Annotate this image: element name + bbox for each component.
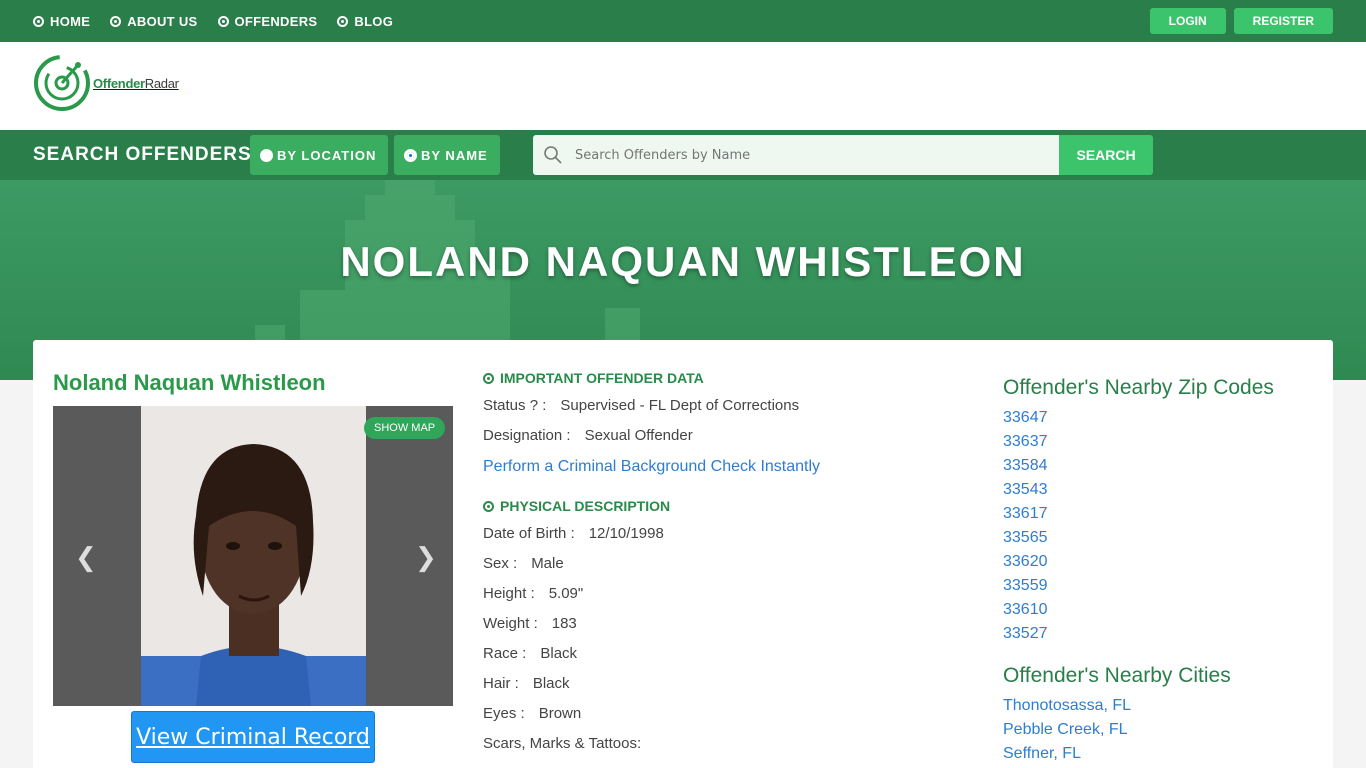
by-location-radio[interactable]: BY LOCATION [250,135,388,175]
search-icon [544,146,562,164]
city-link[interactable]: Seffner, FL [1003,742,1303,766]
radio-dot-icon [110,15,122,27]
radio-dot-icon [483,500,494,512]
zip-link[interactable]: 33584 [1003,454,1303,478]
offender-details: IMPORTANT OFFENDER DATA Status ? : Superv… [483,370,963,764]
zip-link[interactable]: 33565 [1003,526,1303,550]
by-name-label: BY NAME [421,147,488,163]
login-button[interactable]: LOGIN [1149,8,1226,34]
radio-checked-icon [404,148,417,162]
site-header: OffenderRadar [0,42,1366,130]
logo-brand-sub: Radar [144,75,179,91]
top-nav-bar: HOME ABOUT US OFFENDERS BLOG LOGIN REGIS… [0,0,1366,42]
nav-home-link[interactable]: HOME [33,14,90,29]
offender-portrait-graphic [141,406,366,706]
important-data-heading: IMPORTANT OFFENDER DATA [483,370,963,386]
designation-row: Designation : Sexual Offender [483,427,693,444]
by-location-label: BY LOCATION [277,147,377,163]
chevron-left-icon[interactable]: ❮ [75,542,97,573]
show-map-button[interactable]: SHOW MAP [364,417,446,439]
city-link[interactable]: Thonotosassa, FL [1003,694,1303,718]
radio-dot-icon [33,15,44,27]
chevron-right-icon[interactable]: ❯ [415,542,437,573]
view-criminal-record-button[interactable]: View Criminal Record [131,711,375,763]
search-field-wrap [533,135,1060,175]
hair-row: Hair : Black [483,675,570,692]
register-button[interactable]: REGISTER [1233,8,1333,34]
nearby-cities-heading: Offender's Nearby Cities [1003,664,1231,687]
search-input[interactable] [575,147,1015,163]
offender-profile-card: Noland Naquan Whistleon ❮ ❯ SHOW MAP Vie… [33,340,1333,768]
offender-name-title: NOLAND NAQUAN WHISTLEON [340,238,1026,285]
zip-link[interactable]: 33527 [1003,622,1303,646]
search-bar: SEARCH OFFENDERS BY LOCATION BY NAME SEA… [0,130,1366,180]
photo-carousel: ❮ ❯ SHOW MAP [53,406,453,706]
sex-row: Sex : Male [483,555,564,572]
offender-name-heading: Noland Naquan Whistleon [53,370,326,395]
city-link[interactable]: Pebble Creek, FL [1003,718,1303,742]
nav-blog-link[interactable]: BLOG [337,14,393,29]
radio-dot-icon [483,372,494,384]
nearby-sidebar: Offender's Nearby Zip Codes 33647 33637 … [1003,376,1303,766]
zip-link[interactable]: 33610 [1003,598,1303,622]
auth-buttons: LOGIN REGISTER [1149,8,1333,34]
status-row: Status ? : Supervised - FL Dept of Correc… [483,397,800,414]
eyes-row: Eyes : Brown [483,705,582,722]
zip-link[interactable]: 33620 [1003,550,1303,574]
nav-offenders-link[interactable]: OFFENDERS [217,14,318,29]
search-title: SEARCH OFFENDERS [33,144,252,165]
zip-link[interactable]: 33617 [1003,502,1303,526]
site-logo[interactable]: OffenderRadar [33,52,179,114]
zip-link[interactable]: 33543 [1003,478,1303,502]
radio-unchecked-icon [260,148,273,162]
nearby-zips-heading: Offender's Nearby Zip Codes [1003,376,1274,399]
height-row: Height :5.09" [483,585,584,602]
nav-about-link[interactable]: ABOUT US [110,14,197,29]
race-row: Race : Black [483,645,578,662]
weight-row: Weight :183 [483,615,577,632]
dob-row: Date of Birth :12/10/1998 [483,525,664,542]
main-nav: HOME ABOUT US OFFENDERS BLOG [33,0,393,42]
logo-brand-main: Offender [93,75,145,91]
physical-description-heading: PHYSICAL DESCRIPTION [483,498,963,514]
radar-logo-icon [34,55,90,111]
by-name-radio[interactable]: BY NAME [394,135,500,175]
radio-dot-icon [217,15,229,27]
zip-link[interactable]: 33647 [1003,406,1303,430]
zip-link[interactable]: 33559 [1003,574,1303,598]
search-button[interactable]: SEARCH [1059,135,1153,175]
background-check-link[interactable]: Perform a Criminal Background Check Inst… [483,458,963,476]
zip-link[interactable]: 33637 [1003,430,1303,454]
offender-photo [141,406,366,706]
scars-row: Scars, Marks & Tattoos: [483,735,642,752]
radio-dot-icon [337,15,349,27]
